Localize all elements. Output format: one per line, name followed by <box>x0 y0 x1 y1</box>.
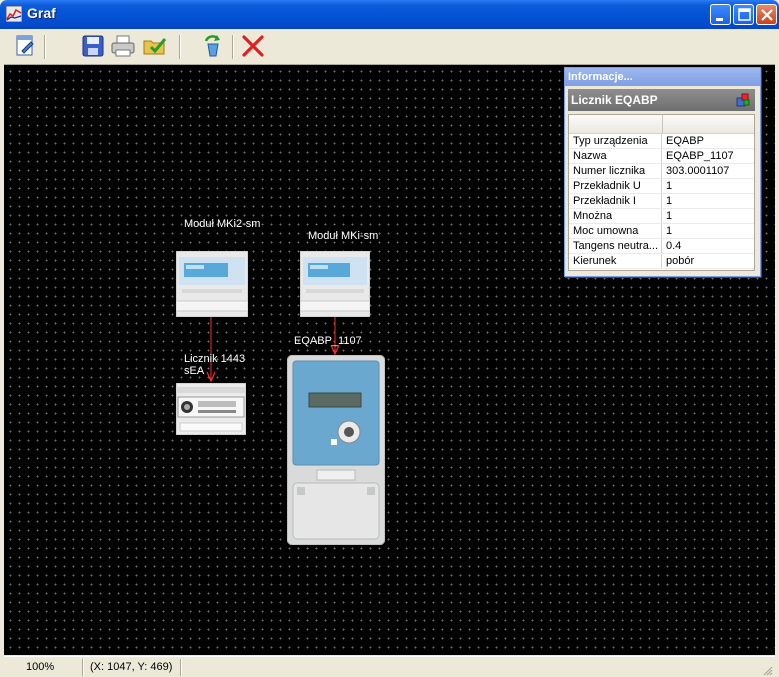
property-row[interactable]: Kierunek pobór <box>569 254 754 269</box>
recycle-icon <box>204 35 220 57</box>
toolbar <box>4 30 775 65</box>
property-value: pobór <box>666 255 695 267</box>
maximize-button[interactable] <box>733 4 754 25</box>
info-panel-header-text: Licznik EQABP <box>571 93 658 107</box>
property-value: 303.0001107 <box>666 165 730 177</box>
property-key: Numer licznika <box>569 164 662 178</box>
property-grid: Typ urządzenia EQABP Nazwa EQABP_1107 Nume… <box>568 114 755 271</box>
close-button[interactable] <box>756 4 777 25</box>
property-key: Tangens neutra... <box>569 239 662 253</box>
property-value: 1 <box>666 210 673 222</box>
module-device-icon[interactable] <box>300 251 370 317</box>
open-folder-button[interactable] <box>142 33 168 59</box>
property-row[interactable]: Nazwa EQABP_1107 <box>569 149 754 164</box>
chart-icon <box>6 6 22 22</box>
property-row[interactable]: Moc umowna 1 <box>569 224 754 239</box>
floppy-disk-icon <box>82 35 104 57</box>
toolbar-separator <box>44 35 46 59</box>
info-panel-header: Licznik EQABP <box>568 89 755 111</box>
status-divider <box>82 659 84 676</box>
info-panel-title[interactable]: Informacje... <box>565 68 760 86</box>
property-value: 1 <box>666 195 673 207</box>
toolbar-separator <box>232 35 234 59</box>
delete-button[interactable] <box>240 33 266 59</box>
property-row[interactable]: Tangens neutra... 0.4 <box>569 239 754 254</box>
meter-device-icon[interactable] <box>176 383 246 435</box>
maximize-icon <box>738 8 751 21</box>
node-label-eqabp: EQABP_1107 <box>294 335 362 347</box>
node-label-mki2: Moduł MKi2-sm <box>184 218 261 230</box>
property-key: Przekładnik I <box>569 194 662 208</box>
node-label-licznik-1443: Licznik 1443 sEA <box>184 353 246 377</box>
property-row[interactable]: Przekładnik U 1 <box>569 179 754 194</box>
edit-document-icon <box>16 35 34 56</box>
property-value: 1 <box>666 180 673 192</box>
save-button[interactable] <box>80 33 106 59</box>
property-value: 1 <box>666 225 673 237</box>
window-title: Graf <box>27 5 56 21</box>
title-bar[interactable]: Graf <box>0 0 779 29</box>
property-key: Przekładnik U <box>569 179 662 193</box>
property-key: Nazwa <box>569 149 662 163</box>
property-grid-header <box>569 115 754 134</box>
property-row[interactable]: Typ urządzenia EQABP <box>569 134 754 149</box>
property-value: EQABP <box>666 135 704 147</box>
cursor-coordinates: (X: 1047, Y: 469) <box>90 661 173 673</box>
property-key: Kierunek <box>569 254 662 268</box>
property-key: Mnożna <box>569 209 662 223</box>
property-value: EQABP_1107 <box>666 150 734 162</box>
property-row[interactable]: Numer licznika 303.0001107 <box>569 164 754 179</box>
module-device-icon[interactable] <box>176 251 248 317</box>
minimize-button[interactable] <box>710 4 731 25</box>
grid-header-cell <box>569 115 663 133</box>
status-divider <box>180 659 182 676</box>
folder-check-icon <box>143 38 167 55</box>
status-bar: 100% (X: 1047, Y: 469) <box>4 656 775 677</box>
grid-header-cell <box>663 115 754 133</box>
toolbar-separator <box>179 35 181 59</box>
property-row[interactable]: Mnożna 1 <box>569 209 754 224</box>
red-x-icon <box>242 35 264 57</box>
zoom-level: 100% <box>26 661 55 673</box>
resize-grip-icon[interactable] <box>761 664 773 676</box>
property-value: 0.4 <box>666 240 682 252</box>
info-panel[interactable]: Informacje... Licznik EQABP Typ urządzen… <box>564 67 761 277</box>
property-row[interactable]: Przekładnik I 1 <box>569 194 754 209</box>
minimize-icon <box>716 18 723 21</box>
graf-window: Graf Moduł MKi2-sm Moduł MKi-sm Licznik … <box>0 0 779 677</box>
close-icon <box>761 9 773 21</box>
print-button[interactable] <box>110 33 136 59</box>
property-rows: Typ urządzenia EQABP Nazwa EQABP_1107 Nume… <box>569 134 754 269</box>
printer-icon <box>111 35 135 57</box>
edit-button[interactable] <box>12 33 38 59</box>
node-label-mki: Moduł MKi-sm <box>308 230 379 242</box>
eqabp-meter-icon[interactable] <box>287 355 385 545</box>
refresh-button[interactable] <box>200 33 226 59</box>
property-key: Moc umowna <box>569 224 662 238</box>
pin-icon[interactable] <box>735 92 751 108</box>
property-key: Typ urządzenia <box>569 134 662 148</box>
